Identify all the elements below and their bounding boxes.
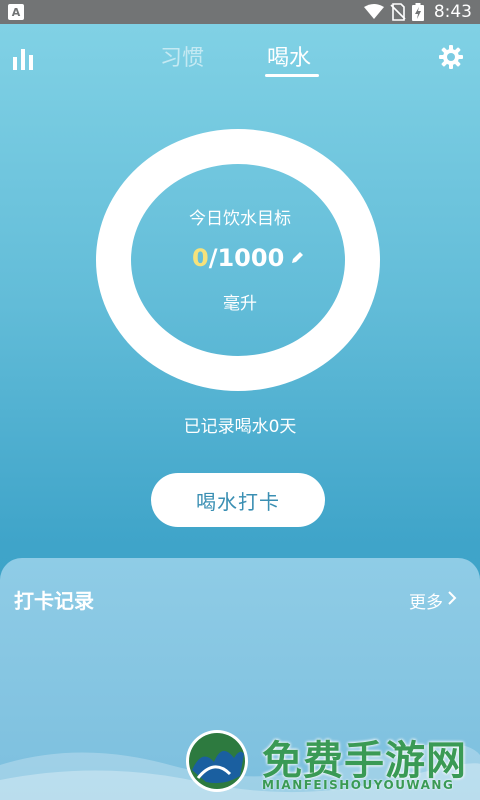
- more-link[interactable]: 更多: [409, 588, 457, 613]
- watermark-subtitle: MIANFEISHOUYOUWANG: [262, 778, 455, 792]
- no-sim-icon: [390, 3, 406, 21]
- top-nav: 习惯 喝水: [0, 24, 480, 84]
- chevron-right-icon: [447, 590, 457, 611]
- battery-charging-icon: [411, 3, 424, 21]
- records-title: 打卡记录: [14, 589, 94, 613]
- status-left: A: [8, 4, 24, 20]
- more-label: 更多: [409, 593, 443, 613]
- goal-value: 0 /1000: [192, 244, 304, 272]
- tab-habit[interactable]: 习惯: [160, 40, 204, 76]
- goal-title: 今日饮水目标: [189, 209, 291, 229]
- status-bar: A 8:43: [0, 0, 480, 24]
- status-time: 8:43: [433, 2, 472, 22]
- status-right: 8:43: [363, 2, 472, 22]
- pencil-icon[interactable]: [290, 251, 304, 265]
- wifi-icon: [363, 4, 384, 20]
- goal-target-value: /1000: [208, 244, 285, 272]
- tab-water[interactable]: 喝水: [267, 40, 311, 76]
- goal-current-value: 0: [192, 244, 209, 272]
- watermark-logo-icon: [186, 730, 248, 792]
- bar-chart-icon[interactable]: [12, 48, 34, 74]
- active-tab-indicator: [265, 74, 319, 77]
- app-notification-icon: A: [8, 4, 24, 20]
- gear-icon[interactable]: [439, 45, 463, 73]
- checkin-button[interactable]: 喝水打卡: [151, 473, 325, 527]
- record-days-text: 已记录喝水0天: [183, 417, 297, 437]
- goal-unit: 毫升: [223, 294, 257, 314]
- watermark: 免费手游网 MIANFEISHOUYOUWANG: [184, 726, 474, 798]
